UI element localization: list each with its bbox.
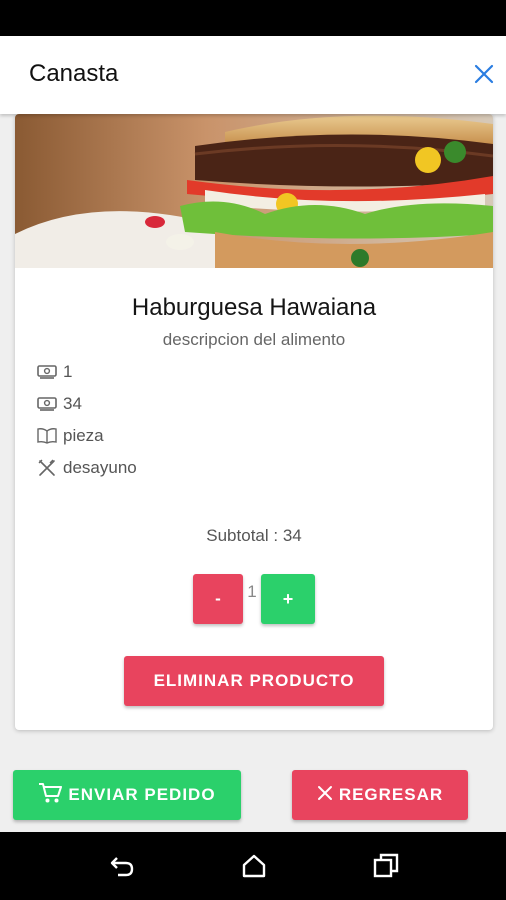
product-description: descripcion del alimento [162, 330, 346, 349]
close-icon[interactable] [472, 62, 496, 86]
product-image [15, 114, 493, 268]
detail-value: 1 [63, 362, 73, 381]
send-order-button[interactable]: ENVIAR PEDIDO [13, 770, 241, 820]
recents-nav-icon[interactable] [372, 852, 400, 880]
detail-row-unit: pieza [37, 424, 104, 448]
subtotal-text: Subtotal : 34 [206, 526, 302, 545]
quantity-value: 1 [247, 582, 257, 601]
detail-row-price: 1 [37, 360, 72, 384]
decrement-button[interactable]: - [193, 574, 243, 624]
book-icon [37, 427, 57, 445]
status-bar [0, 0, 506, 36]
money-icon [37, 395, 57, 413]
detail-value: pieza [63, 426, 104, 445]
home-nav-icon[interactable] [240, 852, 268, 880]
utensils-icon [37, 459, 57, 477]
product-name: Haburguesa Hawaiana [131, 294, 377, 321]
cart-icon [38, 782, 63, 809]
detail-row-category: desayuno [37, 456, 137, 480]
back-label: REGRESAR [338, 785, 444, 804]
send-order-label: ENVIAR PEDIDO [68, 785, 216, 804]
close-icon [317, 785, 333, 806]
product-card: Haburguesa Hawaiana descripcion del alim… [15, 114, 493, 730]
back-nav-icon[interactable] [108, 852, 136, 880]
back-button[interactable]: REGRESAR [292, 770, 468, 820]
money-icon [37, 363, 57, 381]
detail-value: 34 [63, 394, 82, 413]
system-nav-bar [0, 832, 506, 900]
app-header: Canasta [0, 36, 506, 114]
increment-button[interactable]: + [261, 574, 315, 624]
detail-row-cost: 34 [37, 392, 82, 416]
detail-value: desayuno [63, 458, 137, 477]
delete-product-button[interactable]: ELIMINAR PRODUCTO [124, 656, 384, 706]
subtotal: Subtotal : 34 [15, 526, 493, 546]
page-title: Canasta [29, 60, 119, 87]
